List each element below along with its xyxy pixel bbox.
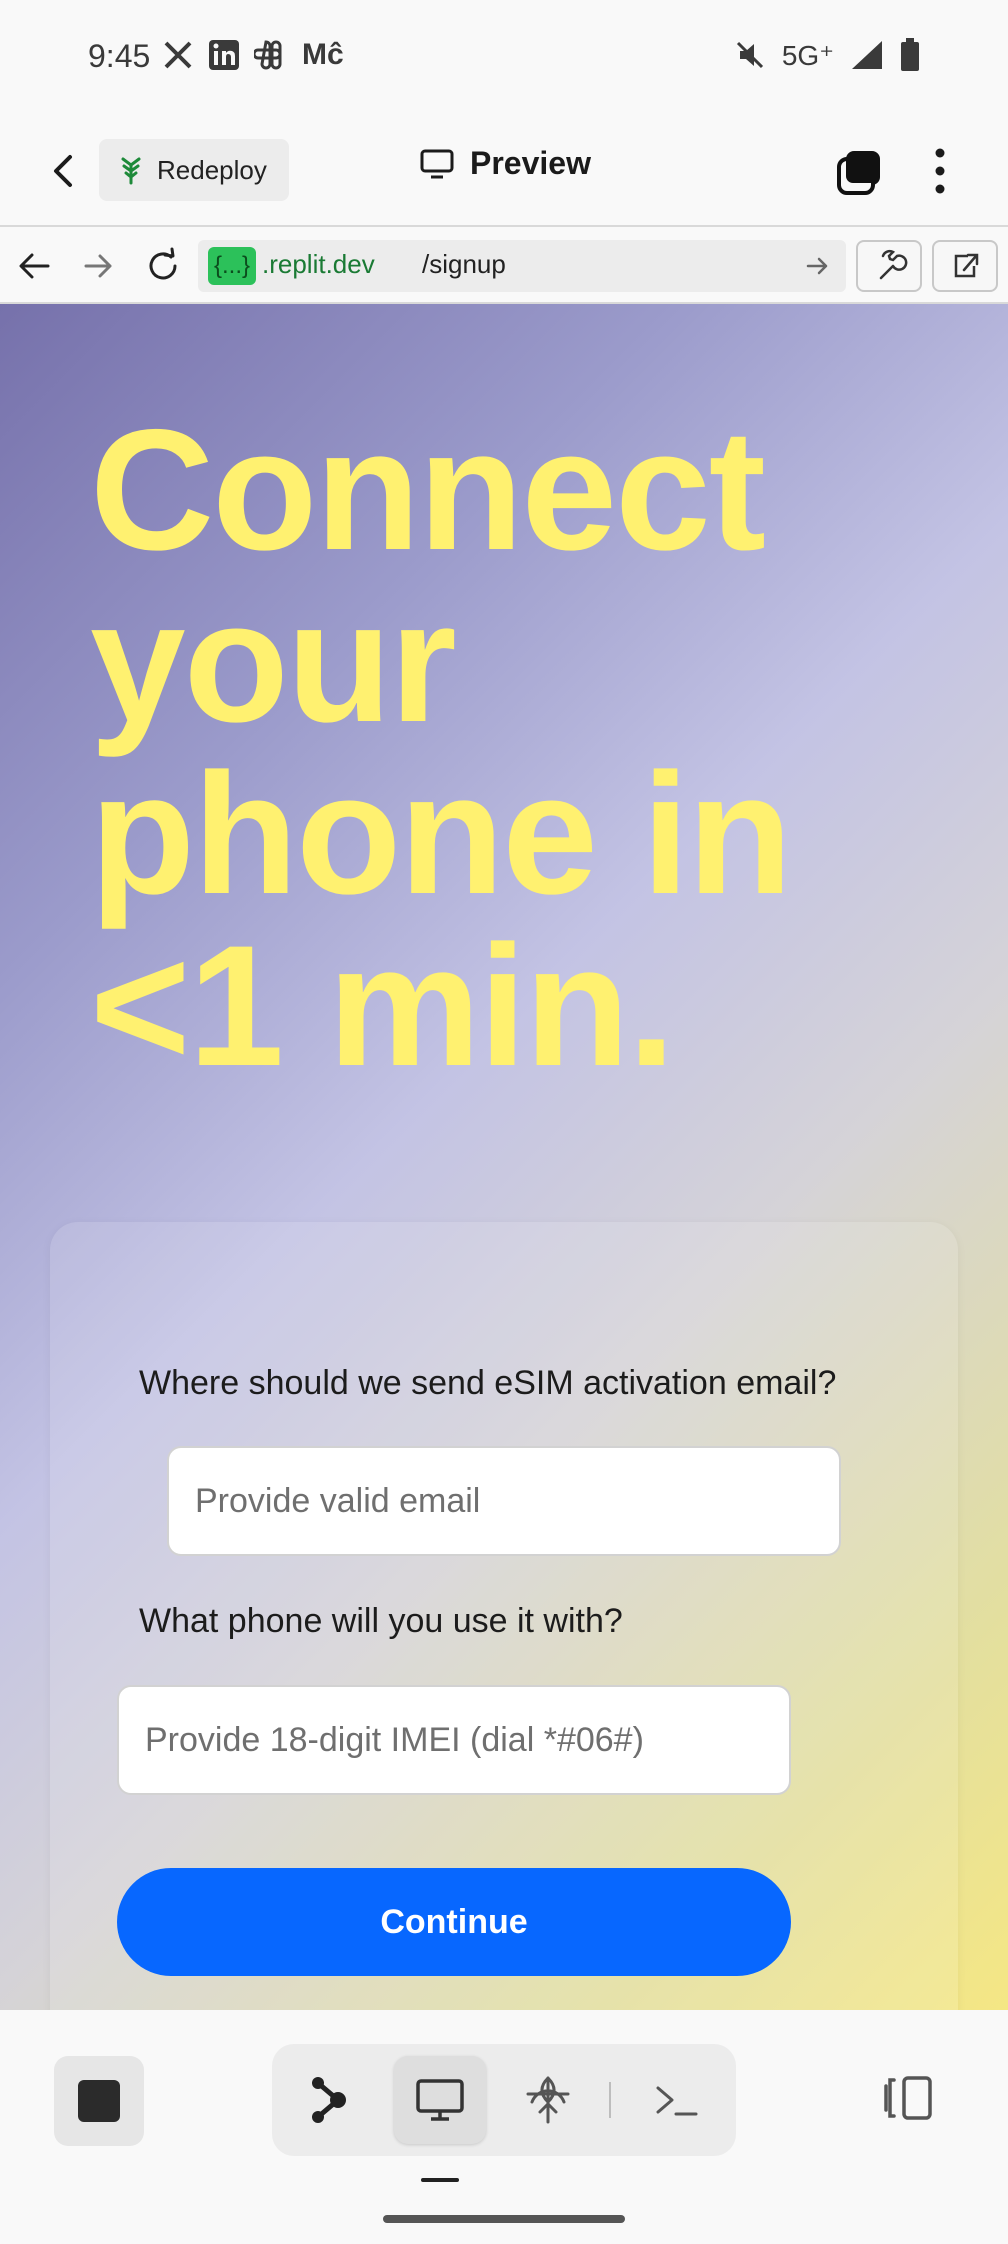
preview-tab[interactable] [394, 2056, 486, 2144]
deploy-globe-icon [526, 2076, 570, 2124]
monitor-icon [420, 149, 454, 178]
headline-line: Connect [90, 394, 766, 586]
status-time: 9:45 [88, 38, 151, 74]
network-type: 5G⁺ [781, 39, 834, 71]
bottom-toolbar [0, 2010, 1008, 2244]
redeploy-label: Redeploy [157, 154, 267, 185]
terminal-icon [656, 2086, 698, 2116]
monitor-icon [416, 2079, 464, 2121]
battery-icon [901, 38, 919, 71]
url-bar: {...} .replit.dev /signup [0, 229, 1008, 304]
status-right: 5G⁺ [734, 38, 920, 72]
app-topbar: Redeploy Preview [0, 115, 1008, 227]
phone-question: What phone will you use it with? [139, 1602, 623, 1640]
active-tab-indicator [421, 2178, 459, 2182]
preview-title: Preview [420, 145, 591, 182]
headline-line: phone in [90, 738, 793, 930]
url-field[interactable]: {...} .replit.dev /signup [198, 240, 846, 292]
agent-tab[interactable] [284, 2056, 376, 2144]
side-panel-icon[interactable] [880, 2074, 936, 2122]
stop-button[interactable] [54, 2056, 144, 2146]
headline-line: your [90, 566, 457, 758]
home-indicator[interactable] [383, 2215, 625, 2223]
preview-label: Preview [470, 145, 591, 181]
hero-headline: Connect your phone in <1 min. [90, 404, 950, 1092]
reload-icon[interactable] [144, 247, 182, 285]
tabs-icon[interactable] [836, 149, 884, 197]
wrench-icon [879, 249, 908, 280]
back-chevron-icon[interactable] [44, 151, 84, 191]
devtools-button[interactable] [856, 240, 922, 292]
slack-icon [254, 40, 282, 70]
headline-line: <1 min. [90, 910, 675, 1102]
signal-icon [852, 41, 882, 69]
more-menu-icon[interactable] [922, 145, 958, 197]
stop-icon [78, 2080, 120, 2122]
linkedin-icon [209, 40, 239, 70]
nav-forward-icon[interactable] [80, 247, 118, 285]
mute-icon [736, 41, 763, 69]
email-field[interactable] [167, 1446, 841, 1556]
open-external-button[interactable] [932, 240, 998, 292]
x-icon [164, 41, 192, 69]
url-host: .replit.dev [262, 249, 375, 279]
agent-icon [312, 2077, 346, 2123]
external-link-icon [954, 253, 979, 278]
console-tab[interactable] [630, 2056, 722, 2144]
status-bar: 9:45 Mĉ 5G⁺ [0, 0, 1008, 115]
medium-icon: Mĉ [302, 38, 344, 71]
imei-field[interactable] [117, 1685, 791, 1795]
deploy-tree-icon [121, 157, 141, 185]
view-switcher [272, 2044, 736, 2156]
deployments-tab[interactable] [502, 2056, 594, 2144]
nav-back-icon[interactable] [16, 247, 54, 285]
continue-button[interactable]: Continue [117, 1868, 791, 1976]
repl-badge: {...} [208, 247, 257, 285]
redeploy-button[interactable]: Redeploy [99, 139, 289, 201]
url-path: /signup [422, 249, 506, 279]
notification-icons: Mĉ [162, 38, 344, 72]
go-arrow-icon[interactable] [804, 252, 832, 280]
toolbar-divider [609, 2082, 611, 2118]
email-question: Where should we send eSIM activation ema… [139, 1364, 837, 1402]
